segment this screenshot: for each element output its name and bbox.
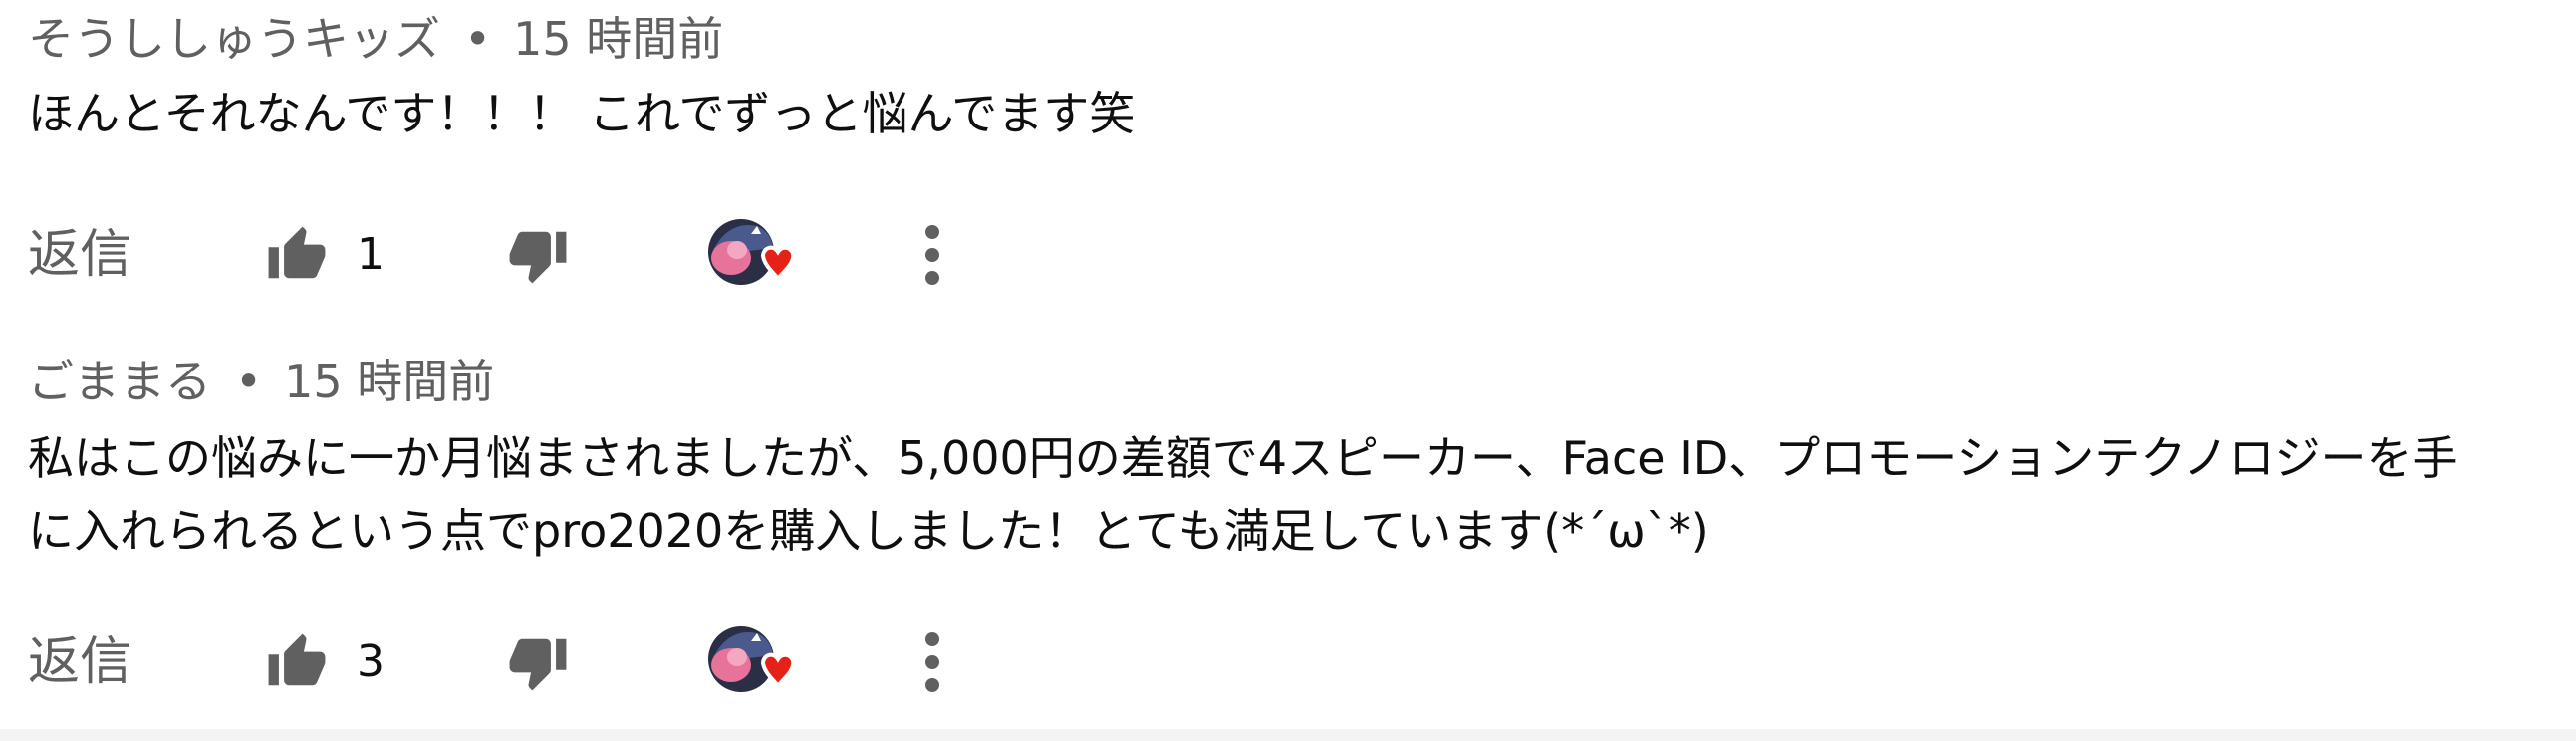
like-button[interactable] <box>252 618 342 707</box>
like-count: 1 <box>357 229 385 280</box>
comment-item: ごままる • 15 時間前 私はこの悩みに一か月悩まされましたが、5,000円の差額… <box>28 359 2556 568</box>
more-vert-icon <box>925 225 939 285</box>
reply-button[interactable]: 返信 <box>28 210 131 300</box>
comment-timestamp[interactable]: 15 時間前 <box>284 355 494 408</box>
comment-text-line: ほんとそれなんです！！！ これでずっと悩んでます笑 <box>28 87 1136 140</box>
more-options-button[interactable] <box>888 210 977 300</box>
dislike-button[interactable] <box>493 210 583 300</box>
comment-text-line: 私はこの悩みに一か月悩まされましたが、5,000円の差額で4スピーカー、Face… <box>28 431 2458 485</box>
creator-heart-badge[interactable] <box>701 210 801 300</box>
more-vert-icon <box>925 632 939 692</box>
comment-item: そうししゅうキッズ • 15 時間前 ほんとそれなんです！！！ これでずっと悩んでま… <box>28 16 2556 150</box>
thumbs-up-icon <box>268 226 326 279</box>
comment-actions: 返信 1 <box>28 210 1024 300</box>
thumbs-up-icon <box>268 633 326 686</box>
comment-actions: 返信 3 <box>28 618 1024 707</box>
creator-heart-icon <box>708 219 796 285</box>
meta-separator: • <box>235 355 263 408</box>
comment-text: ほんとそれなんです！！！ これでずっと悩んでます笑 <box>28 78 2556 150</box>
creator-heart-badge[interactable] <box>701 618 801 707</box>
more-options-button[interactable] <box>888 618 977 707</box>
comment-author[interactable]: そうししゅうキッズ <box>28 12 440 66</box>
comment-text-line: に入れられるという点でpro2020を購入しました！とても満足しています(*´ω… <box>28 504 1709 558</box>
comment-header: そうししゅうキッズ • 15 時間前 <box>28 16 2556 62</box>
section-divider <box>0 729 2576 741</box>
thumbs-down-icon <box>509 638 567 691</box>
dislike-button[interactable] <box>493 618 583 707</box>
comment-text: 私はこの悩みに一か月悩まされましたが、5,000円の差額で4スピーカー、Face… <box>28 422 2556 568</box>
meta-separator: • <box>464 12 492 66</box>
thumbs-down-icon <box>509 231 567 284</box>
creator-heart-icon <box>708 626 796 692</box>
reply-button[interactable]: 返信 <box>28 618 131 707</box>
like-button[interactable] <box>252 210 342 300</box>
comment-author[interactable]: ごままる <box>28 355 211 408</box>
comment-header: ごままる • 15 時間前 <box>28 359 2556 404</box>
like-count: 3 <box>357 636 385 687</box>
comment-timestamp[interactable]: 15 時間前 <box>513 12 723 66</box>
